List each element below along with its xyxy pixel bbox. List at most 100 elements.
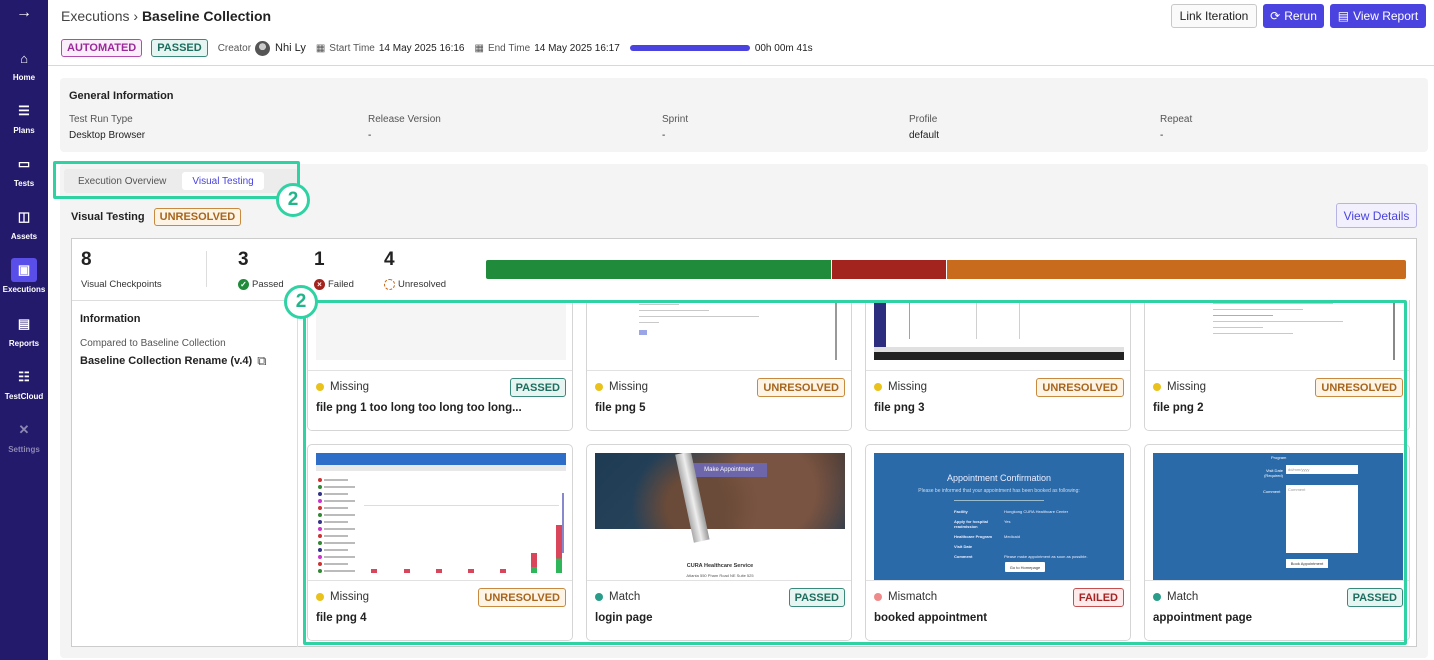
sidebar-item-assets[interactable]: ◫ Assets [0, 201, 48, 247]
field-label: Repeat [1160, 114, 1193, 125]
stat-number: 1 [314, 249, 325, 270]
view-report-button[interactable]: ▤ View Report [1330, 4, 1426, 28]
folder-icon: ▭ [17, 156, 31, 171]
sidebar-item-plans[interactable]: ☰ Plans [0, 95, 48, 141]
end-time-label: End Time [487, 42, 531, 54]
stat-total: 8 Visual Checkpoints [81, 249, 162, 290]
field-value: default [909, 130, 940, 141]
field-value: - [368, 130, 372, 141]
page-title: Baseline Collection [141, 8, 272, 24]
page-header: Executions › Baseline Collection Link It… [48, 0, 1434, 66]
calendar-icon: ▦ [315, 42, 326, 54]
grid-highlight-annotation [303, 300, 1407, 645]
creator-label: Creator [217, 42, 252, 54]
sidebar-item-testcloud[interactable]: ☷ TestCloud [0, 361, 48, 407]
visual-testing-label: Visual Testing [71, 211, 145, 223]
sidebar: → ⌂ Home ☰ Plans ▭ Tests ◫ Assets ▣ Executions ▤ Re… [0, 0, 48, 660]
dashed-circle-icon [384, 279, 395, 290]
sidebar-item-label: Executions [2, 285, 46, 294]
visual-status-badge: UNRESOLVED [153, 208, 242, 226]
calendar-icon: ▦ [474, 42, 484, 54]
stat-label: Passed [252, 279, 284, 290]
external-link-icon[interactable]: ⧉ [257, 353, 266, 369]
stat-unresolved: 4 Unresolved [384, 249, 446, 290]
stat-number: 4 [384, 249, 395, 270]
x-circle-icon: × [314, 279, 325, 290]
sidebar-item-label: Tests [13, 179, 35, 188]
baseline-collection-link[interactable]: Baseline Collection Rename (v.4) ⧉ [80, 353, 266, 369]
sidebar-item-home[interactable]: ⌂ Home [0, 42, 48, 88]
execution-meta: AUTOMATED PASSED Creator Nhi Ly ▦ Start … [61, 38, 813, 58]
visual-testing-title: Visual Testing UNRESOLVED [71, 208, 242, 226]
information-title: Information [80, 313, 141, 325]
execution-status-badge: PASSED [151, 39, 208, 57]
report-icon: ▤ [17, 316, 31, 331]
home-icon: ⌂ [20, 50, 28, 66]
annotation-marker: 2 [276, 183, 310, 217]
profile-field: Profile default [909, 114, 939, 141]
automated-badge: AUTOMATED [61, 39, 143, 57]
duration-value: 00h 00m 41s [754, 42, 813, 54]
sidebar-item-reports[interactable]: ▤ Reports [0, 308, 48, 354]
field-label: Test Run Type [69, 114, 133, 125]
stat-failed: 1 × Failed [314, 249, 354, 290]
sidebar-item-executions[interactable]: ▣ Executions [0, 254, 48, 300]
executions-folder-icon: ▣ [11, 258, 37, 282]
breadcrumb: Executions › Baseline Collection [61, 8, 271, 24]
field-label: Profile [909, 114, 938, 125]
field-value: - [662, 130, 666, 141]
repeat-field: Repeat - [1160, 114, 1192, 141]
end-time-value: 14 May 2025 16:17 [534, 42, 620, 54]
field-label: Sprint [662, 114, 689, 125]
sidebar-item-tests[interactable]: ▭ Tests [0, 148, 48, 194]
sidebar-item-label: TestCloud [4, 392, 44, 401]
compared-label: Compared to Baseline Collection [80, 338, 226, 349]
creator-name: Nhi Ly [275, 42, 306, 54]
field-value: - [1160, 130, 1164, 141]
start-time-label: Start Time [329, 42, 375, 54]
sprint-field: Sprint - [662, 114, 688, 141]
test-run-type-field: Test Run Type Desktop Browser [69, 114, 145, 141]
rerun-button[interactable]: ⟳ Rerun [1263, 4, 1324, 28]
general-information-title: General Information [69, 90, 174, 102]
breadcrumb-executions-link[interactable]: Executions [61, 8, 129, 24]
status-bar-segment [831, 260, 946, 279]
stat-label: Unresolved [398, 279, 447, 290]
field-value: Desktop Browser [69, 130, 146, 141]
tools-icon: ✕ [18, 422, 30, 437]
checklist-icon: ☰ [18, 103, 30, 118]
stat-passed: 3 ✓ Passed [238, 249, 284, 290]
view-details-button[interactable]: View Details [1336, 203, 1417, 228]
baseline-name: Baseline Collection Rename (v.4) [80, 355, 253, 367]
stat-label: Failed [328, 279, 354, 290]
expand-sidebar-icon[interactable]: → [0, 0, 48, 26]
sidebar-item-label: Reports [8, 339, 40, 348]
visual-testing-section: Execution Overview Visual Testing Visual… [53, 161, 1428, 658]
view-report-label: View Report [1353, 9, 1419, 23]
breadcrumb-separator: › [133, 8, 139, 24]
document-icon: ▤ [1337, 9, 1350, 23]
sidebar-item-label: Settings [8, 445, 40, 454]
annotation-marker: 2 [284, 285, 318, 319]
field-label: Release Version [368, 114, 441, 125]
stat-number: 8 [81, 249, 92, 270]
tab-highlight-annotation [53, 161, 300, 199]
start-time-value: 14 May 2025 16:16 [378, 42, 465, 54]
sidebar-item-label: Plans [13, 126, 35, 135]
information-panel: Information Compared to Baseline Collect… [72, 300, 298, 647]
rerun-label: Rerun [1284, 9, 1317, 23]
divider [206, 251, 207, 287]
checkpoint-status-bar [486, 260, 1406, 279]
link-iteration-button[interactable]: Link Iteration [1171, 4, 1257, 28]
stat-number: 3 [238, 249, 249, 270]
sidebar-item-label: Home [12, 73, 36, 82]
avatar [255, 40, 271, 56]
sidebar-item-label: Assets [10, 232, 38, 241]
check-circle-icon: ✓ [238, 279, 249, 290]
status-bar-segment [946, 260, 1406, 279]
refresh-icon: ⟳ [1270, 9, 1281, 23]
duration-progress-bar [629, 45, 750, 51]
stat-label: Visual Checkpoints [81, 279, 162, 290]
cubes-icon: ◫ [17, 209, 31, 224]
general-information-panel: General Information Test Run Type Desktop… [60, 78, 1428, 152]
